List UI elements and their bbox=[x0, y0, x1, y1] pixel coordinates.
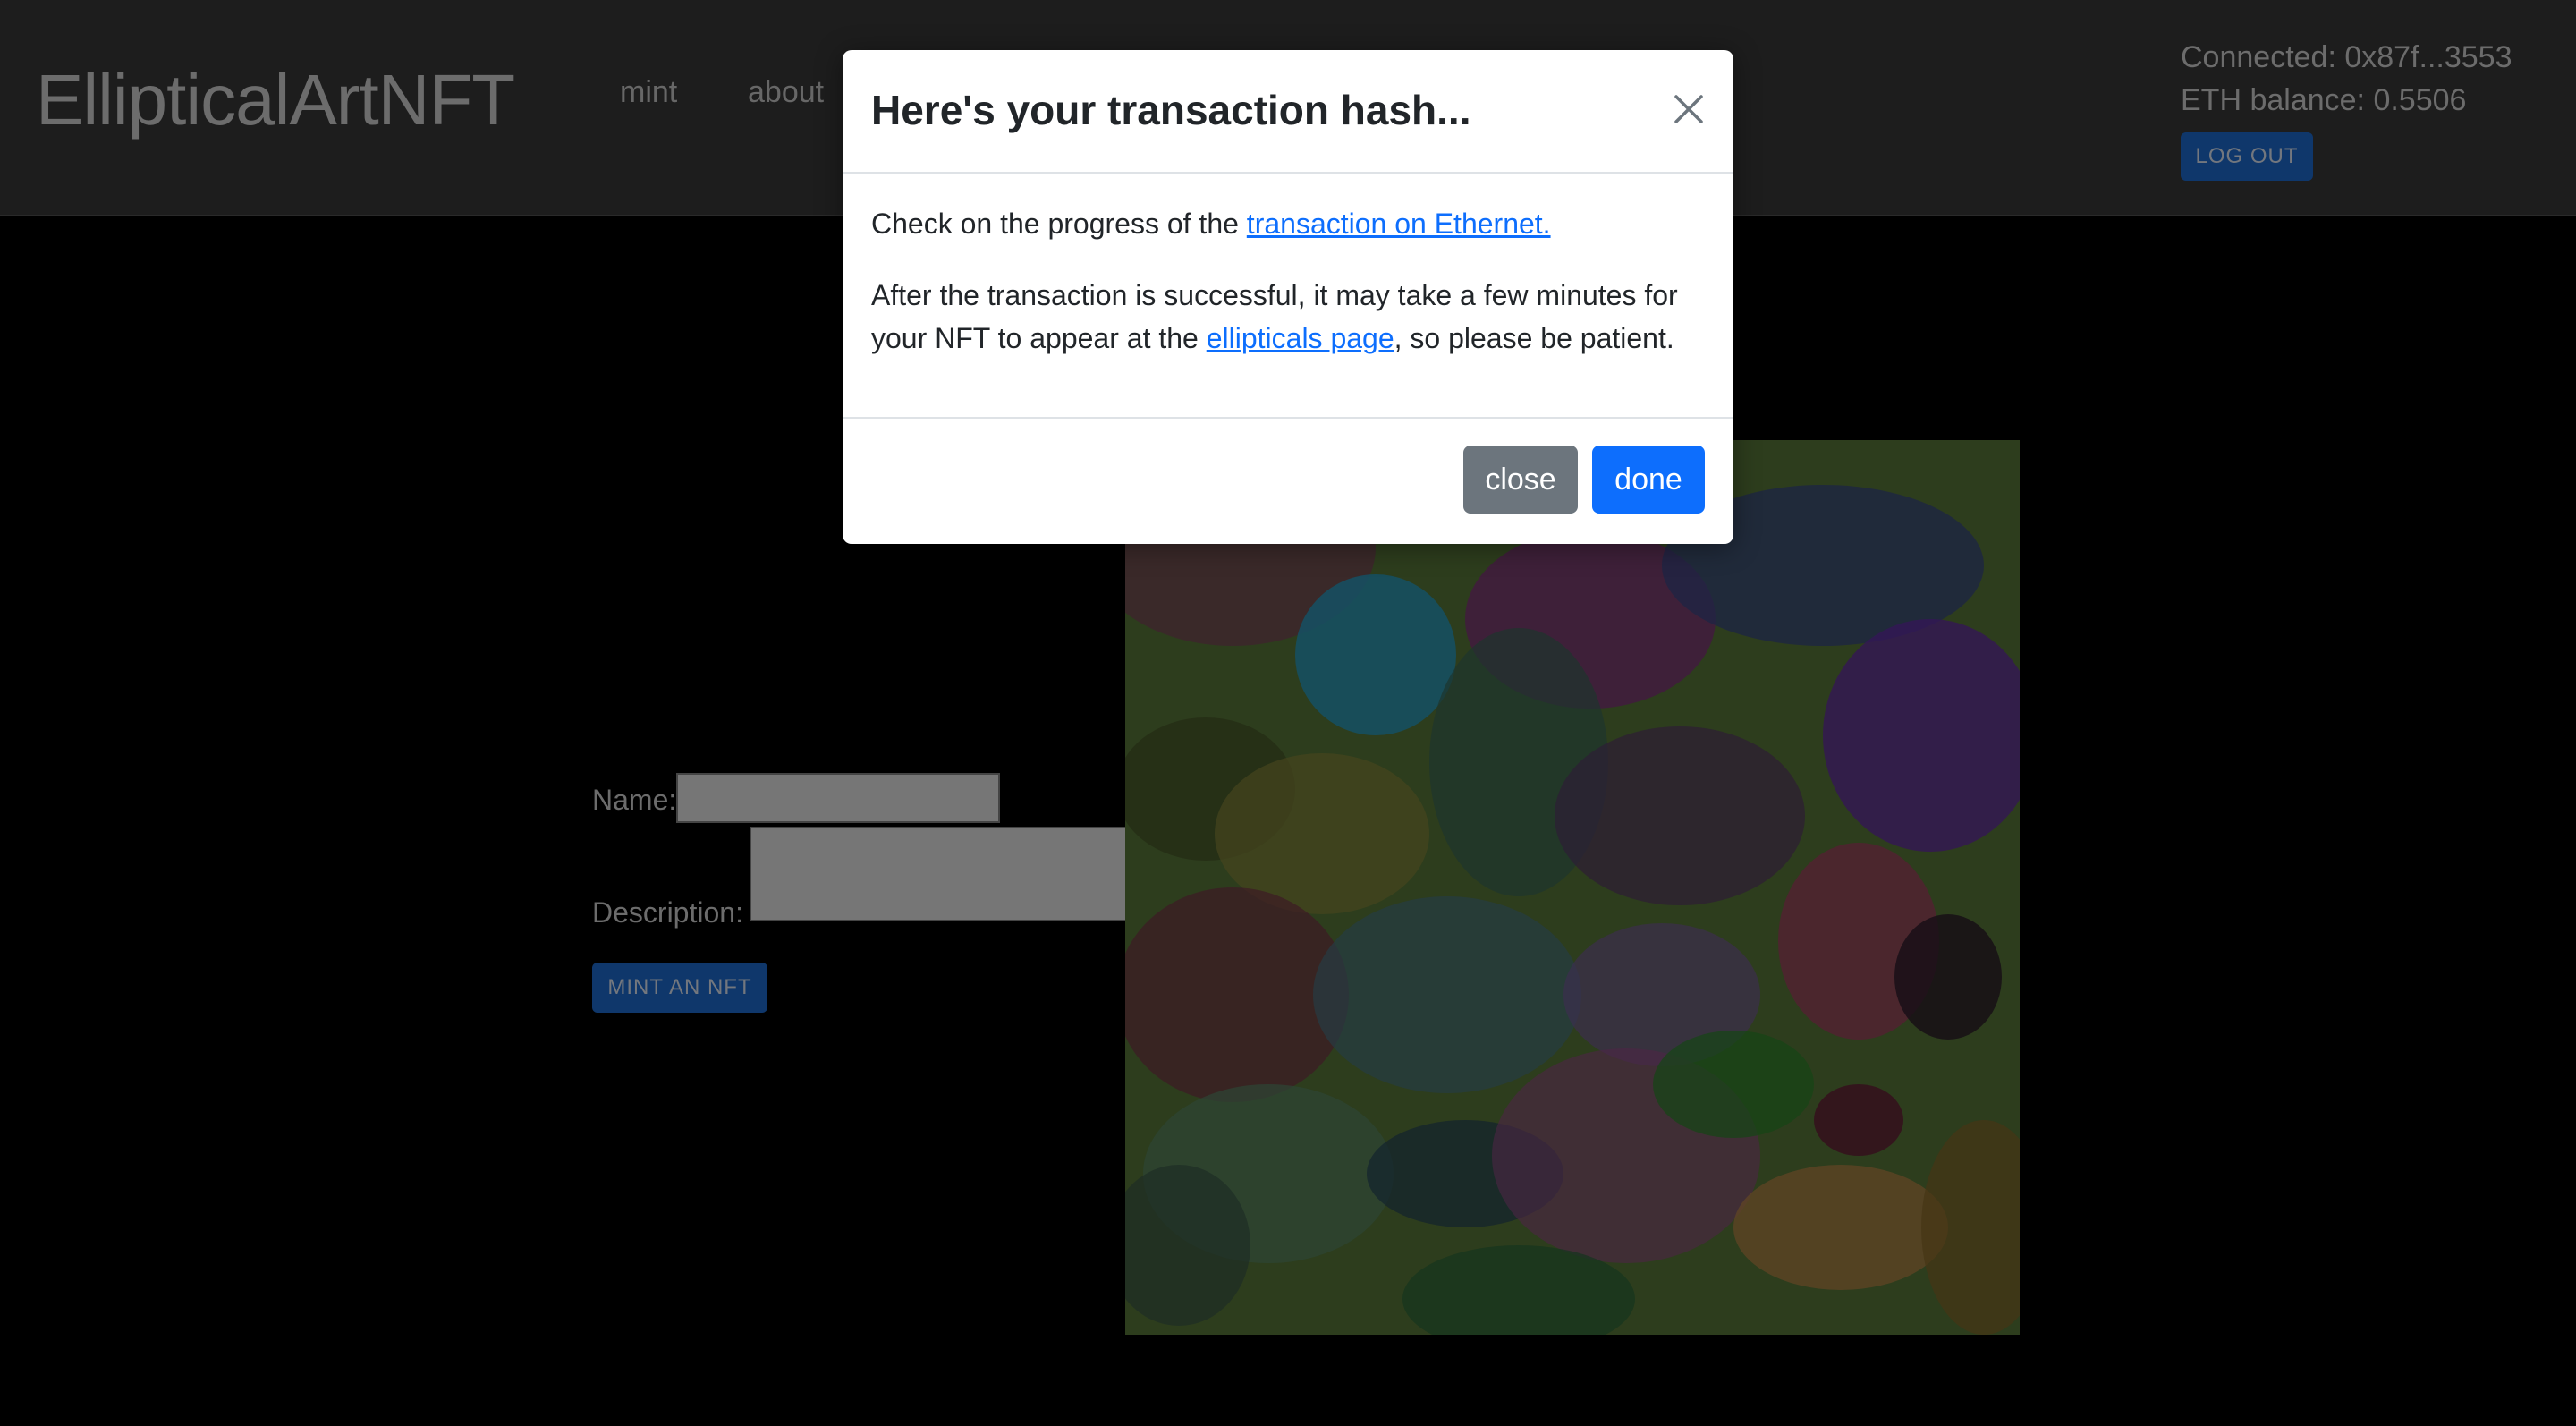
progress-text: Check on the progress of the transaction… bbox=[871, 202, 1712, 245]
transaction-modal: Here's your transaction hash... Check on… bbox=[843, 50, 1733, 544]
done-button[interactable]: done bbox=[1592, 446, 1705, 514]
modal-title: Here's your transaction hash... bbox=[871, 87, 1471, 133]
progress-prefix: Check on the progress of the bbox=[871, 208, 1247, 240]
ellipticals-page-link[interactable]: ellipticals page bbox=[1207, 322, 1394, 354]
patience-text: After the transaction is successful, it … bbox=[871, 274, 1712, 360]
patience-suffix: , so please be patient. bbox=[1394, 322, 1674, 354]
page: EllipticalArtNFT mint about Connected: 0… bbox=[0, 0, 2576, 1426]
close-icon[interactable] bbox=[1671, 91, 1707, 127]
modal-header: Here's your transaction hash... bbox=[843, 50, 1733, 174]
close-button[interactable]: close bbox=[1463, 446, 1578, 514]
etherscan-link[interactable]: transaction on Ethernet. bbox=[1247, 208, 1551, 240]
modal-footer: close done bbox=[843, 417, 1733, 546]
modal-body: Check on the progress of the transaction… bbox=[871, 202, 1712, 388]
